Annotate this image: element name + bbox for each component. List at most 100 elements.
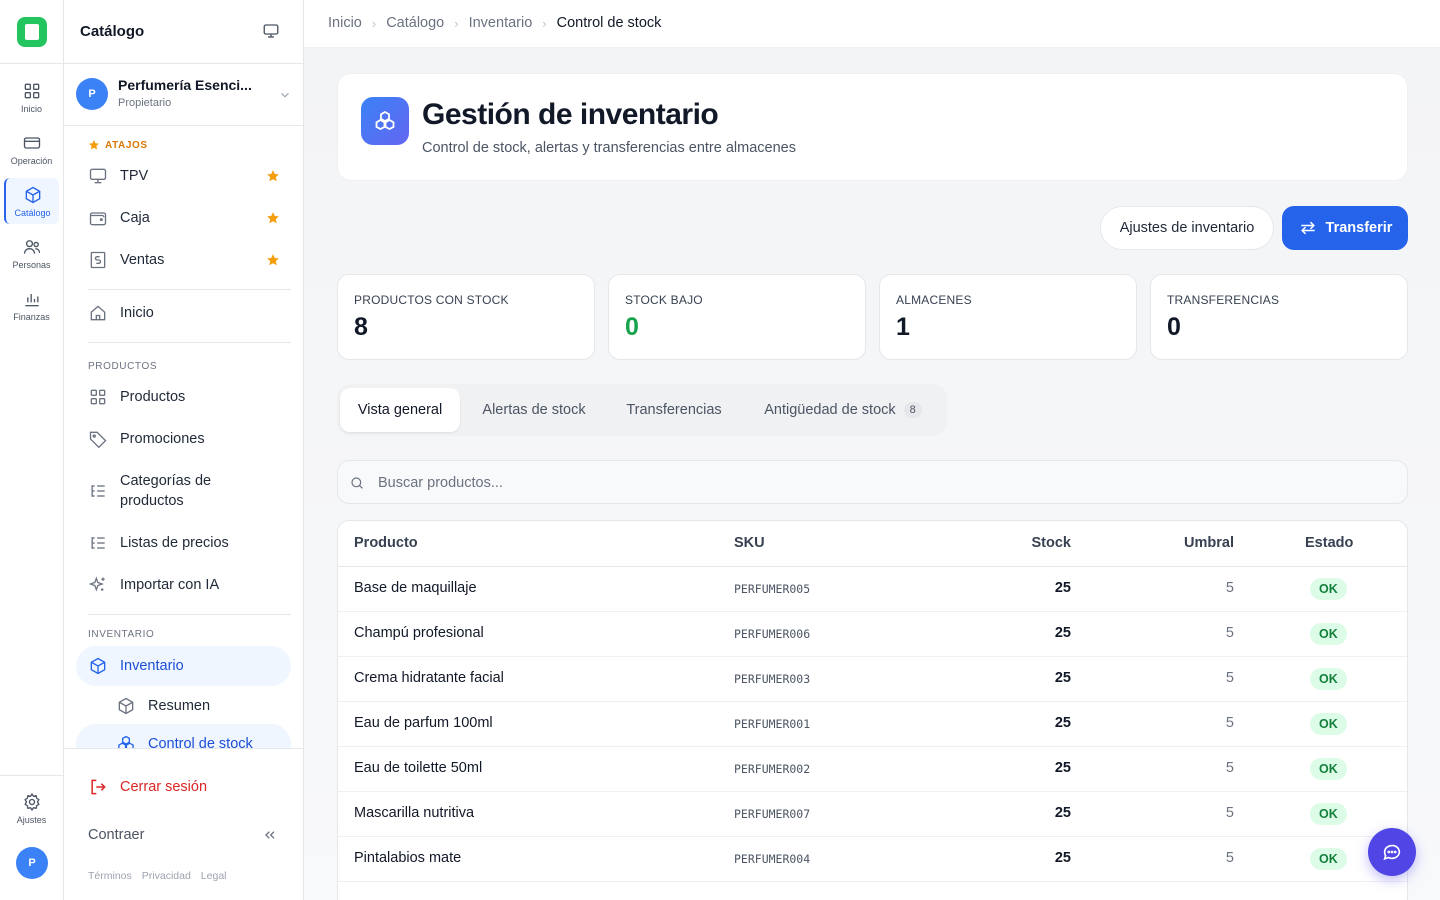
threshold-value: 5 [1225, 580, 1234, 596]
stock-value: 25 [1054, 625, 1071, 641]
column-header-producto[interactable]: Producto [354, 535, 418, 551]
logout-button[interactable]: Cerrar sesión [88, 777, 207, 797]
nav-label: Listas de precios [120, 535, 229, 551]
chevrons-left-icon[interactable] [262, 827, 278, 843]
chat-button[interactable] [1368, 828, 1416, 876]
table-row[interactable]: Eau de parfum 100ml PERFUMER001 25 5 OK [338, 702, 1407, 747]
page-title: Gestión de inventario [422, 98, 719, 131]
breadcrumb-item[interactable]: Catálogo [386, 15, 444, 31]
rail-item-ajustes[interactable]: Ajustes [4, 785, 59, 831]
chat-icon [1383, 844, 1401, 861]
rail-label: Inicio [20, 103, 42, 114]
product-name: Eau de toilette 50ml [354, 760, 483, 776]
stock-table: Producto SKU Stock Umbral Estado Base de… [337, 520, 1408, 900]
threshold-value: 5 [1225, 805, 1234, 821]
sidebar-divider [88, 342, 291, 343]
star-icon[interactable] [266, 169, 280, 183]
rail-item-personas[interactable]: Personas [4, 230, 59, 276]
column-header-sku[interactable]: SKU [734, 535, 765, 551]
app-logo[interactable] [17, 17, 47, 47]
table-row[interactable]: Pintalabios mate PERFUMER004 25 5 OK [338, 837, 1407, 882]
rail-item-finanzas[interactable]: Finanzas [4, 282, 59, 328]
users-icon [23, 239, 40, 254]
privacy-link[interactable]: Privacidad [142, 870, 191, 882]
breadcrumb-item[interactable]: Inicio [328, 15, 362, 31]
shortcut-tpv[interactable]: TPV [76, 156, 291, 196]
app-rail: Inicio Operación Catálogo Personas Finan… [0, 0, 64, 900]
sidebar-divider [88, 289, 291, 290]
sidebar-divider [88, 614, 291, 615]
sidebar-item-listas-precios[interactable]: Listas de precios [76, 523, 291, 563]
column-header-stock[interactable]: Stock [1032, 535, 1072, 551]
search-input[interactable] [378, 471, 1378, 495]
box-icon [118, 697, 134, 715]
sidebar-item-importar-ia[interactable]: Importar con IA [76, 565, 291, 605]
column-header-umbral[interactable]: Umbral [1184, 535, 1234, 551]
list-tree-icon [91, 485, 105, 497]
sidebar-header: Catálogo [64, 0, 303, 64]
org-switcher[interactable]: P Perfumería Esenci... Propietario [64, 64, 303, 126]
chevron-right-icon: › [542, 15, 547, 31]
shortcut-ventas[interactable]: Ventas [76, 240, 291, 280]
table-row[interactable]: Mascarilla nutritiva PERFUMER007 25 5 OK [338, 792, 1407, 837]
boxes-icon [361, 97, 409, 145]
sidebar-item-categorias[interactable]: Categorías de productos [76, 461, 291, 521]
sidebar-item-inicio[interactable]: Inicio [76, 293, 291, 333]
nav-label: Inicio [120, 305, 154, 321]
stat-label: PRODUCTOS CON STOCK [354, 293, 509, 307]
home-icon [90, 305, 106, 321]
stat-label: ALMACENES [896, 293, 972, 307]
tab-vista-general[interactable]: Vista general [340, 388, 460, 432]
stat-value: 1 [896, 313, 910, 341]
product-name: Champú profesional [354, 625, 484, 641]
star-icon[interactable] [266, 253, 280, 267]
sidebar-item-inventario[interactable]: Inventario [76, 646, 291, 686]
column-header-estado[interactable]: Estado [1305, 535, 1353, 551]
stock-value: 25 [1054, 670, 1071, 686]
org-name: Perfumería Esenci... [118, 77, 252, 93]
threshold-value: 5 [1225, 625, 1234, 641]
rail-label: Personas [12, 259, 51, 270]
count-badge: 8 [903, 402, 922, 418]
box-icon [25, 186, 40, 203]
stock-value: 25 [1054, 580, 1071, 596]
main-content: Gestión de inventario Control de stock, … [304, 48, 1440, 900]
status-badge: OK [1310, 713, 1347, 735]
grid-icon [24, 83, 39, 98]
legal-links: Términos Privacidad Legal [88, 870, 227, 882]
stock-value: 25 [1054, 760, 1071, 776]
tab-alertas-stock[interactable]: Alertas de stock [465, 388, 603, 432]
rail-item-catalogo[interactable]: Catálogo [4, 178, 59, 224]
terms-link[interactable]: Términos [88, 870, 132, 882]
table-row[interactable]: Crema hidratante facial PERFUMER003 25 5 OK [338, 657, 1407, 702]
legal-link[interactable]: Legal [201, 870, 227, 882]
stat-card-products-with-stock: PRODUCTOS CON STOCK 8 [337, 274, 595, 360]
product-name: Pintalabios mate [354, 850, 462, 866]
monitor-icon[interactable] [262, 22, 280, 40]
breadcrumb-item[interactable]: Inventario [469, 15, 533, 31]
transfer-button[interactable]: Transferir [1282, 206, 1408, 250]
nav-label: Resumen [148, 698, 211, 714]
table-header: Producto SKU Stock Umbral Estado [338, 521, 1407, 567]
box-icon [90, 657, 106, 675]
tab-transferencias[interactable]: Transferencias [609, 388, 739, 432]
star-icon[interactable] [266, 211, 280, 225]
sidebar-item-promociones[interactable]: Promociones [76, 419, 291, 459]
shortcuts-section-label: ATAJOS [88, 139, 148, 151]
table-row[interactable]: Base de maquillaje PERFUMER005 25 5 OK [338, 567, 1407, 612]
search-box [337, 460, 1408, 504]
rail-item-inicio[interactable]: Inicio [4, 74, 59, 120]
rail-item-operacion[interactable]: Operación [4, 126, 59, 172]
tab-antiguedad-stock[interactable]: Antigüedad de stock 8 [745, 388, 941, 432]
user-avatar[interactable]: P [16, 847, 48, 879]
stock-value: 25 [1054, 850, 1071, 866]
nav-label: Productos [120, 389, 186, 405]
inventory-settings-button[interactable]: Ajustes de inventario [1100, 206, 1274, 250]
sidebar-subitem-resumen[interactable]: Resumen [76, 686, 291, 726]
rail-label: Ajustes [16, 814, 47, 825]
sidebar-item-productos[interactable]: Productos [76, 377, 291, 417]
collapse-button[interactable]: Contraer [88, 827, 144, 843]
table-row[interactable]: Champú profesional PERFUMER006 25 5 OK [338, 612, 1407, 657]
shortcut-caja[interactable]: Caja [76, 198, 291, 238]
table-row[interactable]: Eau de toilette 50ml PERFUMER002 25 5 OK [338, 747, 1407, 792]
